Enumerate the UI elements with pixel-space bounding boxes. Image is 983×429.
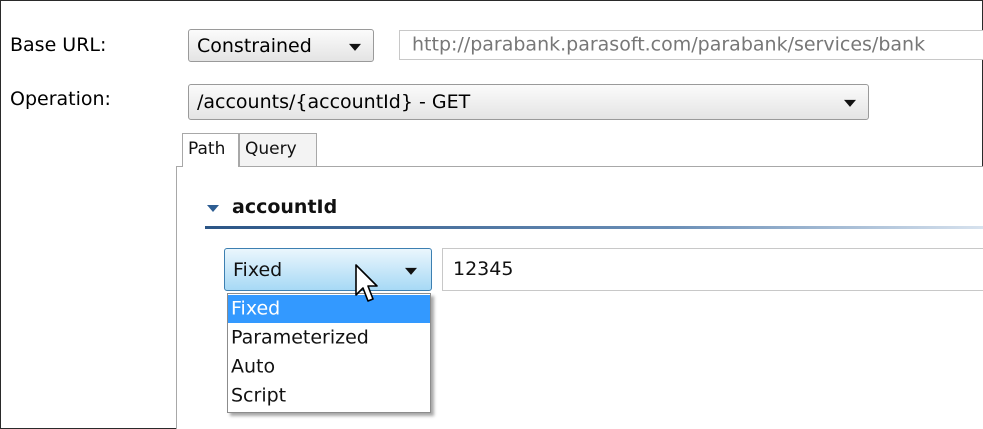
parameter-mode-value: Fixed xyxy=(233,258,283,281)
dropdown-option-script[interactable]: Script xyxy=(228,382,430,410)
dropdown-option-label: Script xyxy=(231,384,287,407)
parameter-mode-select[interactable]: Fixed xyxy=(224,248,432,291)
tab-query-label: Query xyxy=(245,139,297,159)
mode-dropdown-list: Fixed Parameterized Auto Script xyxy=(227,293,431,413)
base-url-value: http://parabank.parasoft.com/parabank/se… xyxy=(412,33,926,56)
triangle-down-icon[interactable] xyxy=(207,205,219,212)
mouse-pointer-icon xyxy=(355,264,378,302)
chevron-down-icon xyxy=(405,267,417,275)
dropdown-option-fixed[interactable]: Fixed xyxy=(228,295,430,323)
operation-select[interactable]: /accounts/{accountId} - GET xyxy=(188,84,869,120)
operation-value: /accounts/{accountId} - GET xyxy=(197,91,471,113)
parameter-value-field[interactable]: 12345 xyxy=(442,248,983,291)
dropdown-option-parameterized[interactable]: Parameterized xyxy=(228,324,430,352)
dropdown-option-auto[interactable]: Auto xyxy=(228,353,430,381)
base-url-field[interactable]: http://parabank.parasoft.com/parabank/se… xyxy=(399,30,983,60)
base-url-mode-select[interactable]: Constrained xyxy=(188,29,374,62)
base-url-label: Base URL: xyxy=(10,34,107,56)
section-title[interactable]: accountId xyxy=(232,196,337,218)
tab-path[interactable]: Path xyxy=(182,133,239,167)
operation-label: Operation: xyxy=(10,88,111,110)
tab-query[interactable]: Query xyxy=(239,133,317,166)
tab-path-label: Path xyxy=(188,139,226,159)
chevron-down-icon xyxy=(844,99,856,107)
dropdown-option-label: Parameterized xyxy=(231,326,369,349)
dropdown-option-label: Fixed xyxy=(231,297,281,320)
base-url-mode-value: Constrained xyxy=(197,34,312,57)
dropdown-option-label: Auto xyxy=(231,355,276,378)
section-divider xyxy=(205,226,983,229)
parameter-value: 12345 xyxy=(453,257,514,280)
chevron-down-icon xyxy=(349,43,361,51)
